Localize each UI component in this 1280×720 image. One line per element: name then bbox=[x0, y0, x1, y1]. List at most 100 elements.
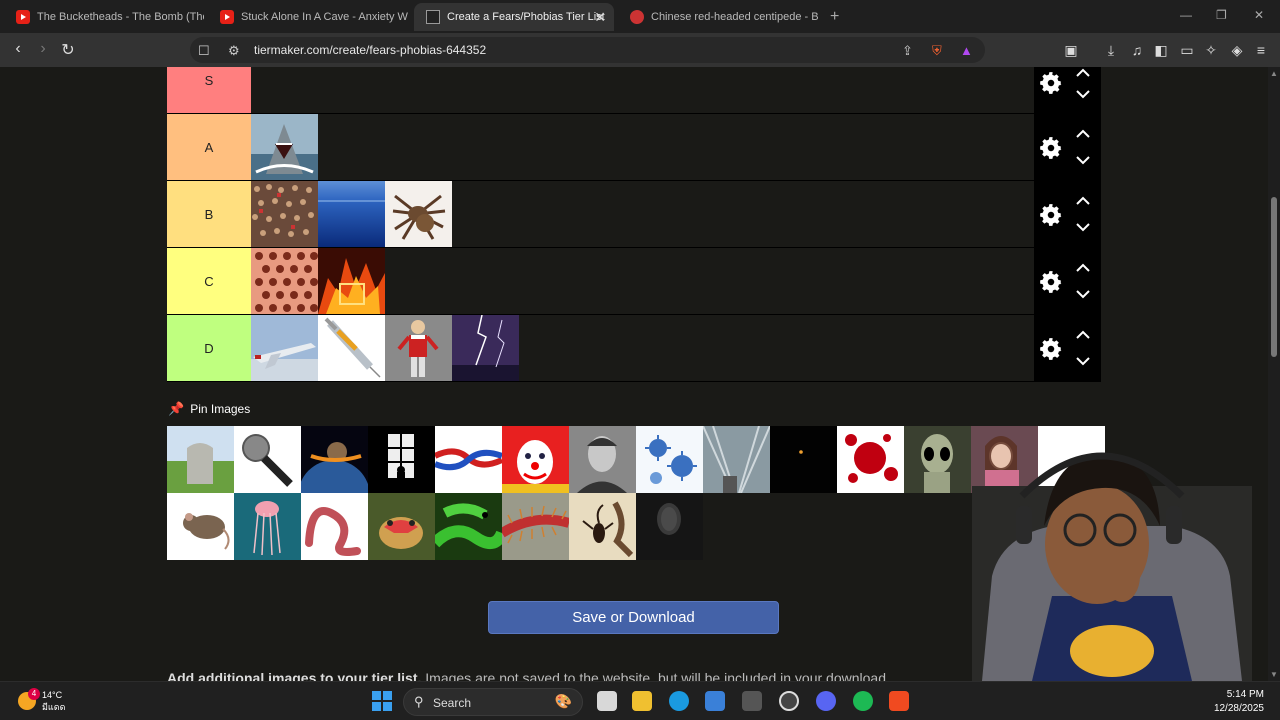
chevron-down-icon[interactable] bbox=[1074, 288, 1092, 300]
gear-icon[interactable] bbox=[1038, 202, 1064, 228]
scroll-down-icon[interactable]: ▼ bbox=[1270, 670, 1278, 679]
site-info-icon[interactable]: ⚙ bbox=[228, 43, 240, 59]
chevron-up-icon[interactable] bbox=[1074, 329, 1092, 341]
pool-image-scorpion[interactable] bbox=[569, 493, 636, 560]
tier-image-puppet[interactable] bbox=[385, 315, 452, 381]
edge-icon[interactable] bbox=[669, 691, 689, 711]
brave-shield-icon[interactable]: ⛨ bbox=[932, 43, 942, 59]
chevron-down-icon[interactable] bbox=[1074, 154, 1092, 166]
url-text[interactable]: tiermaker.com/create/fears-phobias-64435… bbox=[254, 43, 486, 57]
pool-image-virus[interactable] bbox=[636, 426, 703, 493]
pool-image-ghost[interactable] bbox=[636, 493, 703, 560]
gear-icon[interactable] bbox=[1038, 135, 1064, 161]
forward-icon[interactable]: › bbox=[33, 40, 53, 58]
tier-label-c[interactable]: C bbox=[167, 248, 251, 314]
reload-icon[interactable]: ↻ bbox=[58, 40, 78, 60]
tier-image-holes[interactable] bbox=[251, 248, 318, 314]
tier-image-ocean[interactable] bbox=[318, 181, 385, 247]
windows-start-icon[interactable] bbox=[372, 691, 392, 711]
reader-icon[interactable]: ▣ bbox=[1062, 42, 1080, 59]
browser-toolbar: ‹ › ↻ ☐ ⚙ tiermaker.com/create/fears-pho… bbox=[0, 33, 1280, 67]
pool-image-window-silhouette[interactable] bbox=[368, 426, 435, 493]
pool-image-blood[interactable] bbox=[837, 426, 904, 493]
gear-icon[interactable] bbox=[1038, 269, 1064, 295]
pool-image-man-portrait[interactable] bbox=[569, 426, 636, 493]
file-explorer-icon[interactable] bbox=[632, 691, 652, 711]
system-clock[interactable]: 5:14 PM 12/28/2025 bbox=[1214, 688, 1264, 716]
pool-image-gravestone[interactable] bbox=[167, 426, 234, 493]
tier-row-c: C bbox=[167, 248, 1101, 315]
pool-image-clown[interactable] bbox=[502, 426, 569, 493]
tab-tiermaker[interactable]: Create a Fears/Phobias Tier List ✕ bbox=[414, 3, 614, 31]
sidebar-icon[interactable]: ◧ bbox=[1152, 42, 1170, 59]
pool-image-knot[interactable] bbox=[435, 426, 502, 493]
tier-image-airplane[interactable] bbox=[251, 315, 318, 381]
tab-cave[interactable]: Stuck Alone In A Cave - Anxiety Warr bbox=[208, 3, 408, 31]
menu-icon[interactable]: ≡ bbox=[1252, 42, 1270, 58]
media-icon[interactable]: ♫ bbox=[1128, 42, 1146, 58]
tier-label-s[interactable]: S bbox=[167, 67, 251, 113]
tab-centipede[interactable]: Chinese red-headed centipede - Brav bbox=[618, 3, 818, 31]
vpn-icon[interactable]: ◈ bbox=[1228, 42, 1246, 59]
leo-ai-icon[interactable]: ✧ bbox=[1202, 42, 1220, 59]
pool-image-microphone[interactable] bbox=[234, 426, 301, 493]
tier-label-b[interactable]: B bbox=[167, 181, 251, 247]
wallet-icon[interactable]: ▭ bbox=[1178, 42, 1196, 59]
tier-label-d[interactable]: D bbox=[167, 315, 251, 381]
tier-image-shark[interactable] bbox=[251, 114, 318, 180]
pin-images-toggle[interactable]: 📌 Pin Images bbox=[168, 401, 250, 417]
obs-icon[interactable] bbox=[779, 691, 799, 711]
tab-title: The Bucketheads - The Bomb (These bbox=[37, 11, 204, 23]
tier-items bbox=[251, 248, 385, 314]
weather-widget[interactable]: 4 14°C มีแดด bbox=[18, 688, 65, 713]
scrollbar-thumb[interactable] bbox=[1271, 197, 1277, 357]
pool-image-darkness[interactable] bbox=[770, 426, 837, 493]
address-bar[interactable]: ☐ ⚙ tiermaker.com/create/fears-phobias-6… bbox=[190, 37, 985, 63]
spotify-icon[interactable] bbox=[853, 691, 873, 711]
pool-image-mouse[interactable] bbox=[167, 493, 234, 560]
pool-image-jellyfish[interactable] bbox=[234, 493, 301, 560]
gear-icon[interactable] bbox=[1038, 70, 1064, 96]
chevron-down-icon[interactable] bbox=[1074, 88, 1092, 100]
store-icon[interactable] bbox=[705, 691, 725, 711]
brave-rewards-icon[interactable]: ▲ bbox=[960, 43, 973, 58]
pool-image-alien[interactable] bbox=[904, 426, 971, 493]
tab-buckethead[interactable]: The Bucketheads - The Bomb (These bbox=[4, 3, 204, 31]
pool-image-centipede[interactable] bbox=[502, 493, 569, 560]
pool-image-snake[interactable] bbox=[435, 493, 502, 560]
close-window-icon[interactable]: ✕ bbox=[1254, 8, 1264, 22]
app-icon[interactable] bbox=[742, 691, 762, 711]
pool-image-asteroid[interactable] bbox=[301, 426, 368, 493]
save-download-button[interactable]: Save or Download bbox=[488, 601, 779, 634]
discord-icon[interactable] bbox=[816, 691, 836, 711]
chevron-down-icon[interactable] bbox=[1074, 221, 1092, 233]
back-icon[interactable]: ‹ bbox=[8, 40, 28, 58]
share-icon[interactable]: ⇪ bbox=[902, 43, 913, 59]
minimize-icon[interactable]: — bbox=[1180, 8, 1192, 22]
task-view-icon[interactable] bbox=[597, 691, 617, 711]
bookmark-icon[interactable]: ☐ bbox=[198, 43, 210, 59]
scroll-up-icon[interactable]: ▲ bbox=[1270, 69, 1278, 78]
chevron-up-icon[interactable] bbox=[1074, 195, 1092, 207]
gear-icon[interactable] bbox=[1038, 336, 1064, 362]
restore-icon[interactable]: ❐ bbox=[1216, 8, 1227, 22]
chevron-up-icon[interactable] bbox=[1074, 262, 1092, 274]
tier-image-lightning[interactable] bbox=[452, 315, 519, 381]
pool-image-height[interactable] bbox=[703, 426, 770, 493]
chevron-down-icon[interactable] bbox=[1074, 355, 1092, 367]
tier-image-fire[interactable] bbox=[318, 248, 385, 314]
tier-image-crowd[interactable] bbox=[251, 181, 318, 247]
chevron-up-icon[interactable] bbox=[1074, 67, 1092, 79]
brave-icon[interactable] bbox=[889, 691, 909, 711]
downloads-icon[interactable]: ⤓ bbox=[1102, 42, 1120, 59]
tier-label-a[interactable]: A bbox=[167, 114, 251, 180]
pool-image-lizard[interactable] bbox=[368, 493, 435, 560]
chevron-up-icon[interactable] bbox=[1074, 128, 1092, 140]
pool-image-worm[interactable] bbox=[301, 493, 368, 560]
new-tab-icon[interactable]: + bbox=[830, 8, 839, 26]
taskbar-search[interactable]: ⚲ Search 🎨 bbox=[403, 688, 583, 716]
page-scrollbar[interactable]: ▲ ▼ bbox=[1268, 67, 1280, 681]
tier-image-tarantula[interactable] bbox=[385, 181, 452, 247]
tier-image-syringe[interactable] bbox=[318, 315, 385, 381]
close-tab-icon[interactable]: ✕ bbox=[594, 9, 606, 26]
